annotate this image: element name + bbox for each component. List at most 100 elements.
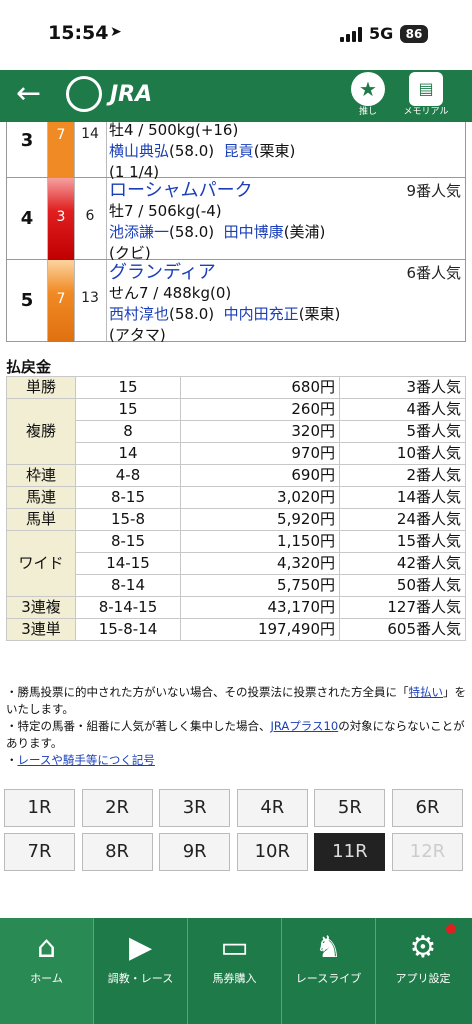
payout-amount: 3,020円 <box>180 486 340 509</box>
memorial-button[interactable]: ▤ メモリアル <box>396 70 456 122</box>
combination: 8-14 <box>75 574 181 597</box>
jockey-link[interactable]: 西村淳也 <box>109 305 169 323</box>
back-button[interactable]: ← <box>16 78 56 114</box>
race-button-9r[interactable]: 9R <box>159 833 231 871</box>
popularity: 3番人気 <box>339 376 466 399</box>
tab-home[interactable]: ⌂ ホーム <box>0 918 94 1024</box>
finish-position: 5 <box>20 290 34 311</box>
notification-dot <box>446 924 456 934</box>
note-special-payout: ・勝馬投票に的中された方がいない場合、その投票法に投票された方全員に「特払い」を… <box>6 685 466 716</box>
bet-type: 枠連 <box>6 464 76 487</box>
combination: 15 <box>75 376 181 399</box>
popularity: 2番人気 <box>339 464 466 487</box>
payout-row: 14-15 4,320円 42番人気 <box>7 552 466 575</box>
trainer-link[interactable]: 昆貢 <box>224 142 254 160</box>
popularity: 605番人気 <box>339 618 466 641</box>
runner-row: 3 7 14 牡4 / 500kg(+16) 横山典弘(58.0) 昆貢(栗東)… <box>6 121 466 181</box>
payout-row: 複勝 15 260円 4番人気 <box>6 398 466 465</box>
combination: 8-15 <box>75 530 181 553</box>
payout-row: 14 970円 10番人気 <box>7 442 466 465</box>
jra-logo-mark <box>66 76 102 112</box>
battery-icon: 86 <box>400 25 428 43</box>
race-button-6r[interactable]: 6R <box>392 789 463 827</box>
tab-race-live[interactable]: ♞ レースライブ <box>282 918 376 1024</box>
horse-details: 牡7 / 506kg(-4) <box>109 202 222 220</box>
bet-type: 3連単 <box>6 618 76 641</box>
special-payout-link[interactable]: 特払い <box>409 685 444 699</box>
payout-amount: 5,920円 <box>180 508 340 531</box>
race-symbols-link[interactable]: レースや騎手等につく記号 <box>18 753 155 767</box>
horse-details: せん7 / 488kg(0) <box>109 284 232 302</box>
waku-number: 7 <box>48 122 74 178</box>
jra-plus10-link[interactable]: JRAプラス10 <box>271 719 339 733</box>
jockey-link[interactable]: 池添謙一 <box>109 223 169 241</box>
jockey-link[interactable]: 横山典弘 <box>109 142 169 160</box>
tab-label: 馬券購入 <box>212 972 257 985</box>
race-button-1r[interactable]: 1R <box>4 789 75 827</box>
payout-row: 馬単 15-8 5,920円 24番人気 <box>6 508 466 531</box>
tab-training-race[interactable]: ▶ 調教・レース <box>94 918 188 1024</box>
network-label: 5G <box>369 24 394 43</box>
fav-label: 推し <box>358 107 377 117</box>
tab-ticket[interactable]: ▭ 馬券購入 <box>188 918 282 1024</box>
margin-note: (アタマ) <box>109 326 166 344</box>
combination: 4-8 <box>75 464 181 487</box>
popularity: 127番人気 <box>339 596 466 619</box>
race-button-4r[interactable]: 4R <box>236 789 308 827</box>
jockey-weight: (58.0) <box>169 305 215 323</box>
signal-icon <box>340 27 362 42</box>
jockey-weight: (58.0) <box>169 223 215 241</box>
race-button-2r[interactable]: 2R <box>81 789 153 827</box>
popularity: 42番人気 <box>339 552 466 575</box>
gear-icon: ⚙ <box>409 930 437 965</box>
race-button-5r[interactable]: 5R <box>314 789 386 827</box>
combination: 15-8 <box>75 508 181 531</box>
memorial-icon: ▤ <box>409 72 443 106</box>
payout-amount: 43,170円 <box>180 596 340 619</box>
popularity: 10番人気 <box>339 442 466 465</box>
horse-details: 牡4 / 500kg(+16) <box>109 121 239 139</box>
race-button-8r[interactable]: 8R <box>81 833 153 871</box>
jockey-weight: (58.0) <box>169 142 215 160</box>
popularity: 9番人気 <box>406 182 461 200</box>
race-button-3r[interactable]: 3R <box>159 789 231 827</box>
location-arrow-icon: ➤ <box>110 24 122 40</box>
race-button-10r[interactable]: 10R <box>236 833 308 871</box>
race-button-11r[interactable]: 11R <box>314 833 386 871</box>
note-symbols: ・レースや騎手等につく記号 <box>6 753 155 767</box>
live-horse-icon: ♞ <box>315 930 342 965</box>
bet-type: 馬単 <box>6 508 76 531</box>
combination: 15 <box>75 398 181 421</box>
payout-amount: 4,320円 <box>180 552 340 575</box>
tab-label: 調教・レース <box>107 972 174 985</box>
payout-amount: 690円 <box>180 464 340 487</box>
combination: 8-15 <box>75 486 181 509</box>
fav-button[interactable]: ★ 推し <box>338 70 398 122</box>
payout-amount: 5,750円 <box>180 574 340 597</box>
stable: (美浦) <box>283 223 326 241</box>
trainer-link[interactable]: 田中博康 <box>224 223 284 241</box>
race-button-7r[interactable]: 7R <box>4 833 75 871</box>
video-icon: ▶ <box>128 930 153 965</box>
payout-title: 払戻金 <box>6 358 52 376</box>
popularity: 15番人気 <box>339 530 466 553</box>
payout-amount: 197,490円 <box>180 618 340 641</box>
waku-number: 3 <box>48 178 74 260</box>
bet-type: 単勝 <box>6 376 76 399</box>
payout-row: ワイド 8-15 1,150円 15番人気 <box>6 530 466 597</box>
combination: 15-8-14 <box>75 618 181 641</box>
runner-row: 5 7 13 グランディア せん7 / 488kg(0) 西村淳也(58.0) … <box>6 260 466 344</box>
payout-amount: 970円 <box>180 442 340 465</box>
memorial-label: メモリアル <box>403 107 449 117</box>
tab-settings[interactable]: ⚙ アプリ設定 <box>376 918 470 1024</box>
payout-amount: 320円 <box>180 420 340 443</box>
combination: 14 <box>75 442 181 465</box>
payout-amount: 680円 <box>180 376 340 399</box>
bet-type: 複勝 <box>6 398 76 465</box>
trainer-link[interactable]: 中内田充正 <box>224 305 299 323</box>
tab-label: ホーム <box>30 972 63 985</box>
payout-amount: 260円 <box>180 398 340 421</box>
payout-row: 8-14 5,750円 50番人気 <box>7 574 466 597</box>
bottom-tab-bar: ⌂ ホーム ▶ 調教・レース ▭ 馬券購入 ♞ レースライブ ⚙ アプリ設定 <box>0 918 472 1024</box>
popularity: 14番人気 <box>339 486 466 509</box>
